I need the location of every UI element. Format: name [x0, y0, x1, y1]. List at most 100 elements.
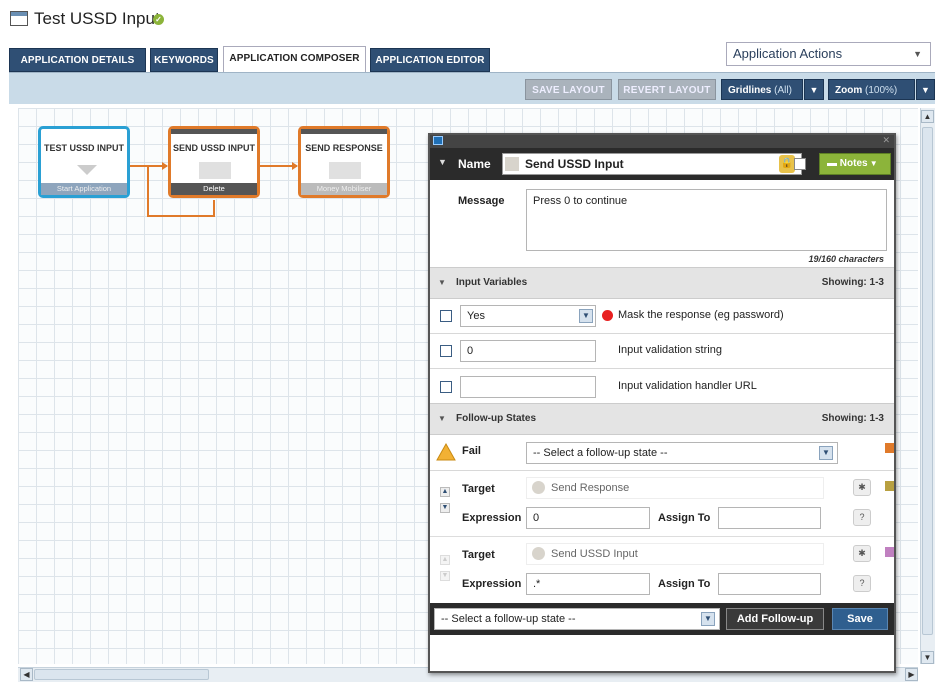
gridlines-value: (All) [774, 85, 792, 96]
node-delete-button[interactable]: Delete [171, 183, 257, 195]
section-title: Follow-up States [456, 413, 536, 424]
horizontal-scroll-thumb[interactable] [34, 669, 209, 680]
scroll-left-icon[interactable]: ◀ [20, 668, 33, 681]
page-title: Test USSD Input [34, 9, 160, 28]
unlink-icon[interactable]: ✱ [853, 479, 871, 496]
validation-string-input[interactable]: 0 [460, 340, 596, 362]
expression-label: Expression [462, 512, 522, 524]
chevron-down-icon: ▼ [819, 446, 833, 460]
section-title: Input Variables [456, 277, 528, 288]
zoom-value: (100%) [865, 85, 898, 96]
state-properties-panel: ✕ ▼ Name Send USSD Input 🔒 ▬ Notes ▼ Mes… [428, 133, 896, 673]
gridlines-label: Gridlines [728, 85, 772, 96]
notes-button[interactable]: ▬ Notes ▼ [819, 153, 891, 175]
start-marker-icon [77, 165, 97, 175]
notes-icon: ▬ [827, 158, 840, 169]
lock-icon[interactable]: 🔒 [779, 155, 795, 173]
chevron-down-icon: ▼ [913, 49, 922, 59]
vertical-scroll-thumb[interactable] [922, 127, 933, 635]
unlink-icon[interactable]: ✱ [853, 545, 871, 562]
scroll-up-icon[interactable]: ▲ [921, 110, 934, 123]
input-variable-row: Yes ▼ Mask the response (eg password) [430, 299, 894, 334]
mask-select[interactable]: Yes ▼ [460, 305, 596, 327]
application-actions-dropdown[interactable]: Application Actions ▼ [726, 42, 931, 66]
warning-icon [436, 443, 456, 461]
state-color-marker [885, 443, 894, 453]
collapse-icon[interactable]: ▼ [438, 157, 447, 167]
followup-select-value: -- Select a follow-up state -- [441, 613, 576, 625]
message-label: Message [458, 195, 505, 207]
row-checkbox[interactable] [440, 345, 452, 357]
row-checkbox[interactable] [440, 310, 452, 322]
zoom-dropdown[interactable]: Zoom (100%) [828, 79, 915, 100]
input-variable-label: Input validation handler URL [618, 380, 757, 392]
name-input[interactable]: Send USSD Input 🔒 [502, 153, 802, 175]
chevron-down-icon[interactable]: ▼ [916, 79, 935, 100]
expression-input[interactable]: .* [526, 573, 650, 595]
fail-select-value: -- Select a follow-up state -- [533, 447, 668, 459]
toolbar: SAVE LAYOUT REVERT LAYOUT Gridlines (All… [9, 72, 935, 104]
tab-keywords[interactable]: KEYWORDS [150, 48, 218, 72]
node-header-strip [301, 129, 387, 134]
panel-footer: -- Select a follow-up state -- ▼ Add Fol… [430, 603, 894, 635]
scroll-right-icon[interactable]: ▶ [905, 668, 918, 681]
state-color-marker [885, 481, 894, 491]
status-check-icon: ✓ [153, 14, 164, 25]
expression-input[interactable]: 0 [526, 507, 650, 529]
close-icon[interactable]: ✕ [882, 135, 890, 146]
flow-node-test-ussd-input[interactable]: TEST USSD INPUT Start Application [38, 126, 130, 198]
validation-handler-url-input[interactable] [460, 376, 596, 398]
notes-label: Notes [839, 158, 868, 169]
required-dot-icon [602, 310, 613, 321]
assign-to-input[interactable] [718, 507, 821, 529]
revert-layout-button[interactable]: REVERT LAYOUT [618, 79, 716, 100]
target-value: Send USSD Input [551, 548, 638, 560]
node-footer: Money Mobiliser [301, 183, 387, 195]
save-layout-button[interactable]: SAVE LAYOUT [525, 79, 612, 100]
target-field[interactable]: Send Response [526, 477, 824, 499]
help-icon[interactable]: ? [853, 509, 871, 526]
move-up-icon[interactable]: ▲ [440, 487, 450, 497]
name-label: Name [458, 157, 491, 171]
flow-node-send-response[interactable]: SEND RESPONSE Money Mobiliser [298, 126, 390, 198]
node-title: TEST USSD INPUT [43, 143, 124, 153]
tab-application-composer[interactable]: APPLICATION COMPOSER [223, 46, 366, 72]
help-icon[interactable]: ? [853, 575, 871, 592]
fail-label: Fail [462, 445, 481, 457]
node-footer: Start Application [41, 183, 127, 195]
panel-name-bar: ▼ Name Send USSD Input 🔒 ▬ Notes ▼ [430, 148, 894, 180]
row-checkbox[interactable] [440, 381, 452, 393]
assign-to-input[interactable] [718, 573, 821, 595]
name-lock-checkbox[interactable] [794, 158, 806, 170]
target-field[interactable]: Send USSD Input [526, 543, 824, 565]
gridlines-dropdown[interactable]: Gridlines (All) [721, 79, 803, 100]
chevron-down-icon: ▼ [701, 612, 715, 626]
move-up-icon[interactable]: ▲ [440, 555, 450, 565]
flow-node-send-ussd-input[interactable]: SEND USSD INPUT Delete [168, 126, 260, 198]
expression-label: Expression [462, 578, 522, 590]
message-textarea[interactable]: Press 0 to continue [526, 189, 887, 251]
fail-followup-select[interactable]: -- Select a follow-up state -- ▼ [526, 442, 838, 464]
state-color-swatch [505, 157, 519, 171]
chevron-down-icon: ▼ [867, 159, 878, 168]
scroll-down-icon[interactable]: ▼ [921, 651, 934, 664]
zoom-label: Zoom [835, 85, 863, 96]
input-variables-section[interactable]: ▼ Input Variables Showing: 1-3 [430, 267, 894, 299]
tab-application-editor[interactable]: APPLICATION EDITOR [370, 48, 490, 72]
node-header-strip [171, 129, 257, 134]
target-label: Target [462, 549, 495, 561]
target-value: Send Response [551, 482, 630, 494]
assign-to-label: Assign To [658, 578, 711, 590]
save-button[interactable]: Save [832, 608, 888, 630]
followup-state-select[interactable]: -- Select a follow-up state -- ▼ [434, 608, 720, 630]
move-down-icon[interactable]: ▼ [440, 571, 450, 581]
followup-state-row: ▲ ▼ Target Send USSD Input ✱ Expression … [430, 537, 894, 603]
chevron-down-icon[interactable]: ▼ [804, 79, 824, 100]
chevron-down-icon: ▼ [579, 309, 593, 323]
followup-states-section[interactable]: ▼ Follow-up States Showing: 1-3 [430, 403, 894, 435]
move-down-icon[interactable]: ▼ [440, 503, 450, 513]
add-followup-button[interactable]: Add Follow-up [726, 608, 824, 630]
state-color-marker [885, 547, 894, 557]
application-actions-label: Application Actions [733, 46, 843, 61]
tab-application-details[interactable]: APPLICATION DETAILS [9, 48, 146, 72]
